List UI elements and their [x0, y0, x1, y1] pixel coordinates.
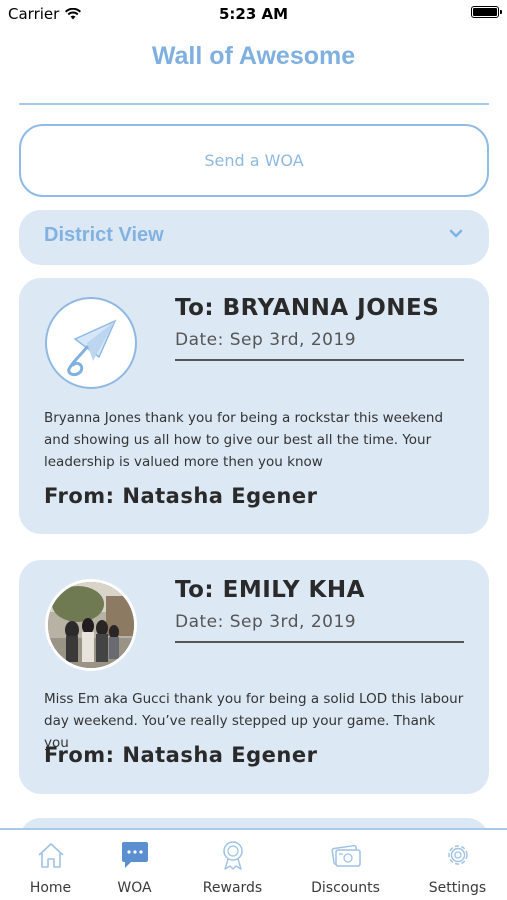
home-icon — [37, 843, 64, 868]
gear-icon — [447, 845, 468, 865]
recipient-name: To: EMILY KHA — [175, 577, 365, 603]
chat-icon — [121, 842, 148, 868]
district-view-label: District View — [44, 224, 164, 246]
card-message: Bryanna Jones thank you for being a rock… — [44, 410, 444, 470]
card-divider — [175, 359, 464, 361]
sender-name: From: Natasha Egener — [44, 743, 318, 767]
tab-settings-label: Settings — [428, 880, 487, 896]
status-bar: Carrier 5:23 AM — [0, 0, 507, 26]
woa-card[interactable]: To: EMILY KHA Date: Sep 3rd, 2019 Miss E… — [19, 560, 489, 794]
discount-card-icon — [331, 844, 361, 867]
page-title: Wall of Awesome — [151, 42, 356, 70]
header-divider — [19, 103, 489, 105]
status-time: 5:23 AM — [218, 5, 289, 23]
tab-discounts-label: Discounts — [311, 880, 380, 896]
tab-rewards[interactable]: Rewards — [182, 830, 283, 900]
chevron-down-icon — [449, 229, 463, 238]
award-icon — [222, 841, 243, 870]
woa-card[interactable]: To: BRYANNA JONES Date: Sep 3rd, 2019 Br… — [19, 278, 489, 534]
group-photo — [48, 582, 134, 668]
tab-settings[interactable]: Settings — [407, 830, 507, 900]
tab-woa[interactable]: WOA — [84, 830, 185, 900]
tab-discounts[interactable]: Discounts — [295, 830, 396, 900]
avatar — [45, 297, 137, 389]
recipient-name: To: BRYANNA JONES — [175, 295, 440, 321]
avatar — [45, 579, 137, 671]
send-woa-label: Send a WOA — [204, 151, 304, 170]
tab-woa-label: WOA — [117, 880, 152, 896]
tab-rewards-label: Rewards — [202, 880, 263, 896]
sender-name: From: Natasha Egener — [44, 484, 318, 508]
district-view-dropdown[interactable]: District View — [19, 210, 489, 265]
card-date: Date: Sep 3rd, 2019 — [175, 612, 357, 632]
send-woa-button[interactable]: Send a WOA — [19, 124, 489, 197]
tab-bar: Home WOA Rewards Discounts Settings — [0, 828, 507, 900]
card-date: Date: Sep 3rd, 2019 — [175, 330, 357, 350]
battery-icon — [471, 6, 502, 18]
card-divider — [175, 641, 464, 643]
paper-plane-icon — [67, 319, 117, 377]
